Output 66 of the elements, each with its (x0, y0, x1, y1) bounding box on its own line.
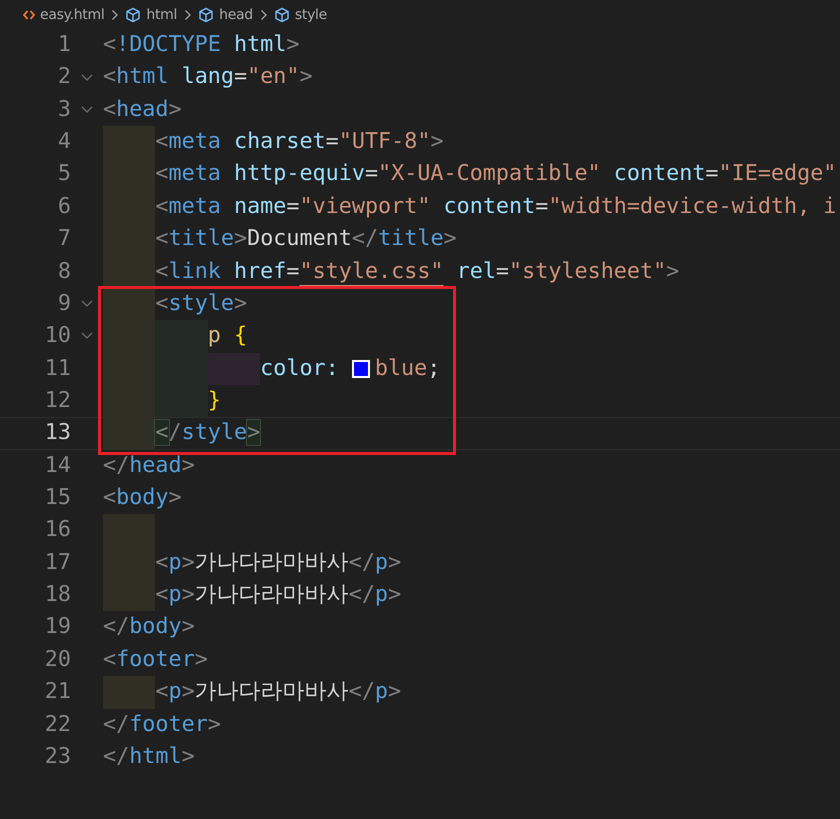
line-number: 18 (44, 581, 71, 610)
line-number: 9 (56, 290, 71, 318)
line-number: 20 (44, 646, 71, 674)
cube-icon (198, 6, 214, 22)
line-number: 3 (56, 96, 71, 124)
code-text: <link href="style.css" rel="stylesheet"> (155, 258, 680, 286)
code-file-icon (23, 10, 35, 20)
color-swatch[interactable] (352, 360, 370, 378)
breadcrumb-item[interactable]: head (219, 6, 253, 22)
fold-chevron-icon[interactable] (81, 300, 93, 308)
code-text: <html lang="en"> (103, 63, 313, 92)
code-text: <title>Document</title> (155, 225, 457, 254)
code-text: </html> (103, 742, 195, 771)
code-text: p { (208, 322, 248, 350)
line-number: 11 (44, 354, 71, 383)
indent-guide (103, 417, 156, 450)
line-number: 15 (44, 484, 71, 512)
indent-guide (103, 256, 156, 288)
line-number: 17 (44, 548, 71, 577)
code-text: <meta http-equiv="X-UA-Compatible" content="IE=edge" (155, 160, 836, 188)
cube-icon (274, 6, 290, 22)
code-text: } (208, 386, 221, 415)
indent-guide (155, 384, 208, 418)
line-number: 22 (44, 710, 71, 739)
code-text: <head> (103, 96, 182, 124)
code-text: <!DOCTYPE html> (103, 31, 300, 59)
code-text: </footer> (103, 710, 221, 739)
line-number: 6 (56, 192, 71, 221)
line-number: 14 (44, 452, 71, 480)
line-number: 1 (56, 31, 71, 59)
line-number: 10 (44, 322, 71, 350)
chevron-icon (111, 8, 120, 20)
code-text: <style> (155, 290, 248, 318)
fold-chevron-icon[interactable] (81, 74, 93, 82)
code-text: <p>가나다라마바사</p> (155, 548, 402, 577)
breadcrumb-item[interactable]: style (294, 6, 327, 22)
fold-chevron-icon[interactable] (81, 332, 93, 340)
chevron-icon (184, 8, 192, 20)
code-text: <p>가나다라마바사</p> (155, 581, 402, 610)
code-text: <footer> (103, 646, 208, 674)
line-number: 7 (56, 225, 71, 254)
line-number: 21 (44, 678, 71, 706)
breadcrumb-item[interactable]: easy.html (40, 6, 104, 22)
code-text: <meta name="viewport" content="width=device-width, i (155, 192, 836, 221)
cube-icon (125, 6, 142, 22)
line-number: 12 (44, 386, 71, 415)
line-number: 4 (56, 128, 71, 156)
line-number: 5 (56, 160, 71, 188)
code-text: </body> (103, 613, 195, 642)
code-text: blue; (374, 354, 440, 383)
line-number: 2 (56, 63, 71, 92)
code-text: </style> (155, 419, 260, 448)
code-text: <body> (103, 484, 182, 512)
fold-chevron-icon[interactable] (81, 106, 93, 114)
code-text: </head> (103, 452, 195, 480)
code-text: <p>가나다라마바사</p> (155, 678, 402, 706)
line-number: 13 (44, 419, 71, 448)
code-text: <meta charset="UTF-8"> (155, 128, 444, 156)
breadcrumb-item[interactable]: html (146, 6, 178, 22)
line-number: 23 (44, 742, 71, 771)
line-number: 19 (44, 613, 71, 642)
line-number: 8 (56, 258, 71, 286)
code-text: color: (260, 354, 340, 383)
indent-guide (103, 288, 156, 320)
chevron-icon (260, 8, 268, 20)
line-number: 16 (44, 516, 71, 544)
